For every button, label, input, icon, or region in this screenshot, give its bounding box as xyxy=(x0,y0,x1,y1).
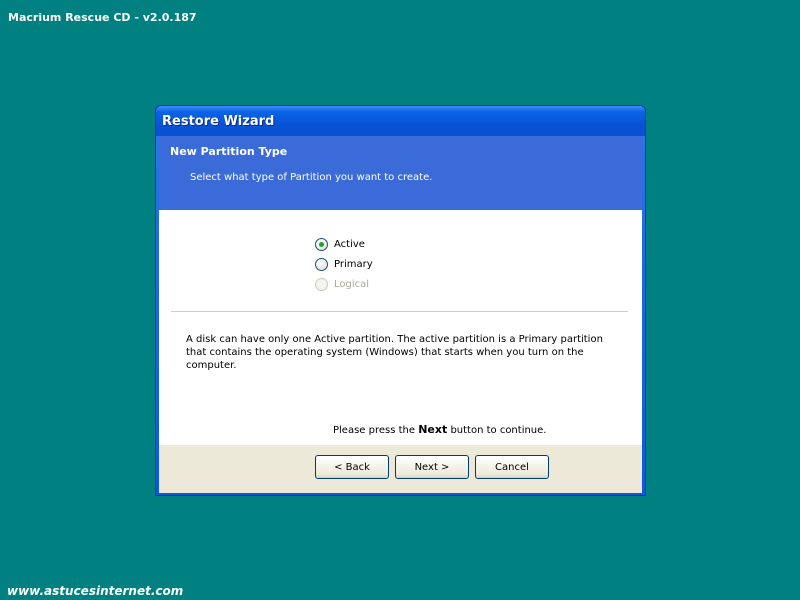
radio-option-logical: Logical xyxy=(315,274,373,294)
description-text: A disk can have only one Active partitio… xyxy=(186,334,603,371)
title-bar[interactable]: Restore Wizard xyxy=(156,106,645,136)
continue-prefix: Please press the xyxy=(333,425,416,436)
partition-type-options: Active Primary Logical xyxy=(315,234,373,294)
continue-next-word: Next xyxy=(418,423,448,436)
continue-suffix: button to continue. xyxy=(450,425,547,436)
radio-label-primary[interactable]: Primary xyxy=(334,259,373,270)
radio-label-logical: Logical xyxy=(334,278,370,290)
restore-wizard-window: Restore Wizard New Partition Type Select… xyxy=(155,105,646,496)
wizard-client-area: New Partition Type Select what type of P… xyxy=(159,136,642,493)
radio-button-primary[interactable] xyxy=(315,257,328,271)
window-title: Restore Wizard xyxy=(162,114,275,129)
app-title: Macrium Rescue CD - v2.0.187 xyxy=(8,11,197,24)
cancel-button[interactable]: Cancel xyxy=(475,455,549,479)
radio-button-active[interactable] xyxy=(315,237,328,251)
divider xyxy=(171,311,628,312)
back-button[interactable]: < Back xyxy=(315,455,389,479)
radio-option-active[interactable]: Active xyxy=(315,234,373,254)
next-button[interactable]: Next > xyxy=(395,455,469,479)
continue-instruction: Please press the Next button to continue… xyxy=(333,423,546,436)
page-subtitle: Select what type of Partition you want t… xyxy=(190,172,433,183)
wizard-header: New Partition Type Select what type of P… xyxy=(159,136,642,210)
button-bar: < Back Next > Cancel xyxy=(159,444,642,493)
radio-button-logical xyxy=(315,277,328,291)
watermark-text: www.astucesinternet.com xyxy=(7,584,184,598)
page-title: New Partition Type xyxy=(170,145,288,158)
radio-label-active[interactable]: Active xyxy=(334,239,365,250)
radio-option-primary[interactable]: Primary xyxy=(315,254,373,274)
